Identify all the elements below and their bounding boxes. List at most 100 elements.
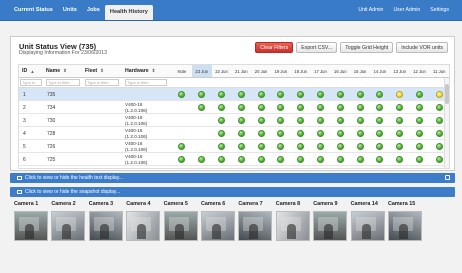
camera-tile[interactable]: Camera 6 (201, 201, 235, 241)
status-cell[interactable] (396, 104, 404, 111)
status-cell[interactable] (257, 104, 265, 111)
status-cell[interactable] (336, 156, 344, 163)
status-cell[interactable] (376, 91, 384, 98)
status-cell[interactable] (218, 130, 225, 137)
filter-id-input[interactable]: Type to filter (20, 79, 42, 91)
status-cell[interactable] (218, 117, 225, 124)
status-cell[interactable] (297, 143, 305, 150)
status-cell[interactable] (435, 130, 443, 137)
status-cell[interactable] (356, 143, 364, 150)
camera-snapshot-image[interactable] (388, 211, 422, 241)
date-header-7[interactable]: 17 Jun (311, 65, 331, 77)
camera-tile[interactable]: Camera 9 (313, 201, 348, 241)
status-cell[interactable] (317, 156, 324, 163)
status-cell[interactable] (297, 104, 305, 111)
status-cell[interactable] (356, 91, 364, 98)
camera-snapshot-image[interactable] (275, 211, 310, 241)
status-cell[interactable] (336, 104, 344, 111)
status-cell[interactable] (435, 143, 443, 150)
camera-tile[interactable]: Camera 1 (14, 201, 48, 241)
table-row[interactable]: 3 730 V400-16 (1.2.0.106) (19, 114, 449, 127)
status-cell[interactable] (376, 130, 384, 137)
status-cell[interactable] (336, 91, 344, 98)
include-vor-units-button[interactable]: Include VOR units (396, 42, 448, 53)
date-header-1[interactable]: 23 Jun (191, 65, 212, 77)
status-cell[interactable] (198, 91, 206, 98)
status-cell[interactable] (277, 143, 285, 150)
status-cell[interactable] (297, 117, 305, 124)
camera-tile[interactable]: Camera 2 (51, 201, 86, 241)
status-cell[interactable] (178, 156, 186, 163)
camera-tile[interactable]: Camera 4 (126, 201, 161, 241)
status-cell[interactable] (218, 143, 225, 150)
status-cell[interactable] (416, 91, 423, 98)
status-cell[interactable] (356, 130, 364, 137)
status-cell[interactable] (257, 143, 265, 150)
date-header-5[interactable]: 19 Jun (271, 65, 291, 77)
col-header-name[interactable]: Name ⇕ (46, 65, 81, 77)
filter-name-input[interactable]: Type to filter (46, 79, 80, 86)
status-cell[interactable] (435, 91, 443, 98)
status-cell[interactable] (416, 104, 423, 111)
camera-tile[interactable]: Camera 7 (238, 201, 273, 241)
camera-snapshot-image[interactable] (163, 211, 198, 241)
status-cell[interactable] (277, 156, 285, 163)
status-cell[interactable] (297, 156, 305, 163)
status-cell[interactable] (435, 104, 443, 111)
col-header-hardware[interactable]: Hardware ⇕ (125, 65, 167, 77)
status-cell[interactable] (376, 156, 384, 163)
export-csv-button[interactable]: Export CSV... (296, 42, 338, 53)
date-header-3[interactable]: 21 Jun (231, 65, 251, 77)
status-cell[interactable] (396, 91, 404, 98)
status-cell[interactable] (435, 117, 443, 124)
status-cell[interactable] (416, 156, 423, 163)
status-cell[interactable] (198, 104, 206, 111)
date-header-6[interactable]: 18 Jun (291, 65, 311, 77)
status-cell[interactable] (317, 143, 324, 150)
health-text-toggle-bar[interactable]: Click to view or hide the health text di… (10, 173, 455, 183)
status-cell[interactable] (396, 130, 404, 137)
camera-snapshot-image[interactable] (350, 211, 385, 241)
status-cell[interactable] (297, 91, 305, 98)
nav-jobs[interactable]: Jobs (82, 0, 105, 21)
camera-snapshot-image[interactable] (14, 211, 48, 241)
status-cell[interactable] (435, 156, 443, 163)
status-cell[interactable] (178, 143, 186, 150)
table-row[interactable]: 5 726 V400-16 (1.2.0.106) (19, 140, 449, 153)
status-cell[interactable] (257, 156, 265, 163)
status-cell[interactable] (218, 104, 225, 111)
date-header-9[interactable]: 15 Jun (350, 65, 370, 77)
status-cell[interactable] (257, 91, 265, 98)
grid-scrollbar[interactable] (444, 78, 449, 168)
status-cell[interactable] (356, 156, 364, 163)
date-header-10[interactable]: 14 Jun (370, 65, 390, 77)
status-cell[interactable] (237, 117, 245, 124)
status-cell[interactable] (277, 104, 285, 111)
status-cell[interactable] (178, 91, 186, 98)
status-cell[interactable] (336, 117, 344, 124)
toggle-grid-height-button[interactable]: Toggle Grid Height (340, 42, 394, 53)
clear-filters-button[interactable]: Clear Filters (255, 42, 294, 53)
status-cell[interactable] (297, 130, 305, 137)
status-cell[interactable] (396, 117, 404, 124)
status-cell[interactable] (376, 143, 384, 150)
filter-fleet-input[interactable]: Type to filter (85, 79, 119, 86)
nav-health-history[interactable]: Health History (104, 4, 153, 20)
status-cell[interactable] (257, 130, 265, 137)
table-row[interactable]: 1 735 (19, 88, 449, 101)
nav-current-status[interactable]: Current Status (9, 0, 58, 21)
camera-snapshot-image[interactable] (88, 211, 123, 241)
nav-settings[interactable]: Settings (425, 0, 454, 21)
status-cell[interactable] (317, 117, 324, 124)
status-cell[interactable] (336, 130, 344, 137)
date-header-2[interactable]: 22 Jun (212, 65, 232, 77)
camera-tile[interactable]: Camera 3 (88, 201, 123, 241)
status-cell[interactable] (356, 104, 364, 111)
date-header-4[interactable]: 20 Jun (251, 65, 271, 77)
status-cell[interactable] (237, 130, 245, 137)
camera-snapshot-image[interactable] (126, 211, 161, 241)
status-cell[interactable] (396, 143, 404, 150)
date-header-0[interactable]: Note (172, 65, 192, 77)
status-cell[interactable] (257, 117, 265, 124)
status-cell[interactable] (277, 117, 285, 124)
